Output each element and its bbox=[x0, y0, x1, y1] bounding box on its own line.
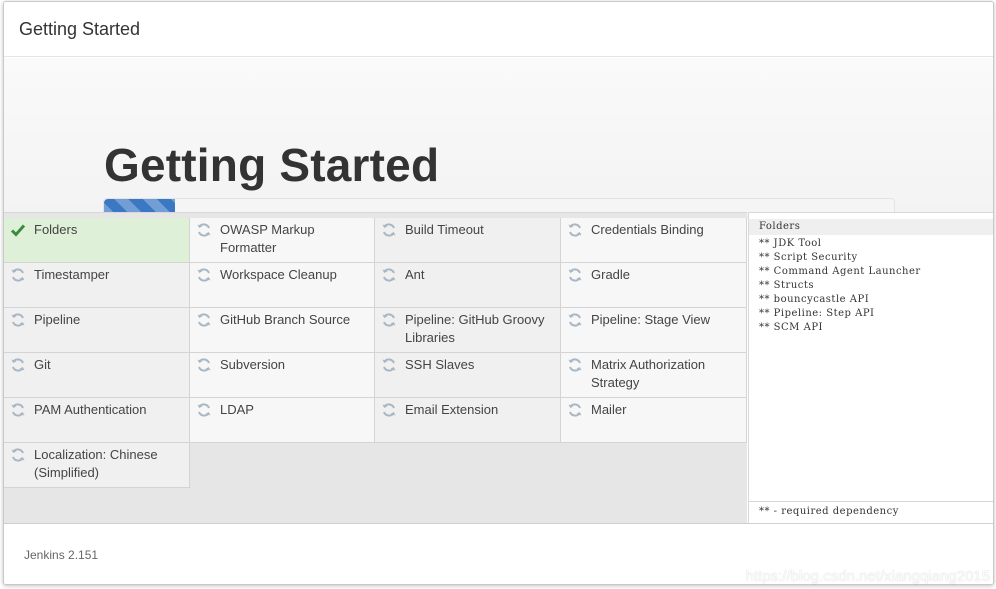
refresh-icon bbox=[382, 223, 396, 237]
plugin-name: Pipeline: Stage View bbox=[591, 312, 711, 327]
refresh-icon bbox=[197, 268, 211, 282]
refresh-icon bbox=[382, 358, 396, 372]
log-dependency: ** Pipeline: Step API bbox=[759, 308, 875, 319]
refresh-icon bbox=[382, 268, 396, 282]
plugin-name: PAM Authentication bbox=[34, 402, 147, 417]
plugin-item: Mailer bbox=[561, 398, 747, 443]
plugin-item: Credentials Binding bbox=[561, 218, 747, 263]
plugin-item: SSH Slaves bbox=[375, 353, 561, 398]
check-icon bbox=[10, 224, 26, 237]
log-dependency: ** Script Security bbox=[759, 252, 858, 263]
watermark: https://blog.csdn.net/xiangqiang2015 bbox=[745, 568, 990, 585]
plugin-item: GitHub Branch Source bbox=[190, 308, 375, 353]
plugin-item: Workspace Cleanup bbox=[190, 263, 375, 308]
plugin-name: Mailer bbox=[591, 402, 627, 417]
hero: Getting Started bbox=[4, 58, 993, 212]
log-dependency: ** JDK Tool bbox=[759, 238, 822, 249]
dialog-title: Getting Started bbox=[19, 19, 141, 39]
plugin-area: Folders OWASP Markup Formatter Build Timeo… bbox=[4, 212, 747, 523]
refresh-icon bbox=[382, 403, 396, 417]
plugin-name: Localization: Chinese (Simplified) bbox=[34, 447, 158, 480]
refresh-icon bbox=[568, 313, 582, 327]
dialog-header: Getting Started bbox=[4, 2, 993, 57]
plugin-item: Pipeline: Stage View bbox=[561, 308, 747, 353]
plugin-name: Git bbox=[34, 357, 51, 372]
refresh-icon bbox=[11, 313, 25, 327]
plugin-name: Subversion bbox=[220, 357, 286, 372]
plugin-item: LDAP bbox=[190, 398, 375, 443]
jenkins-version: Jenkins 2.151 bbox=[24, 548, 99, 562]
plugin-grid: Folders OWASP Markup Formatter Build Timeo… bbox=[4, 218, 747, 488]
plugin-item: Pipeline: GitHub Groovy Libraries bbox=[375, 308, 561, 353]
setup-dialog: Getting Started Getting Started Folders O… bbox=[3, 1, 994, 585]
plugin-name: GitHub Branch Source bbox=[220, 312, 351, 327]
plugin-name: Timestamper bbox=[34, 267, 110, 282]
log-legend: ** - required dependency bbox=[749, 501, 993, 523]
plugin-name: Credentials Binding bbox=[591, 222, 704, 237]
plugin-item: Localization: Chinese (Simplified) bbox=[4, 443, 190, 488]
refresh-icon bbox=[568, 223, 582, 237]
plugin-name: Email Extension bbox=[405, 402, 499, 417]
plugin-name: Pipeline bbox=[34, 312, 81, 327]
plugin-name: Pipeline: GitHub Groovy Libraries bbox=[405, 312, 545, 345]
plugin-item: PAM Authentication bbox=[4, 398, 190, 443]
plugin-name: OWASP Markup Formatter bbox=[220, 222, 315, 255]
log-dependency: ** bouncycastle API bbox=[759, 294, 870, 305]
refresh-icon bbox=[197, 358, 211, 372]
plugin-item: Git bbox=[4, 353, 190, 398]
refresh-icon bbox=[197, 223, 211, 237]
plugin-name: Workspace Cleanup bbox=[220, 267, 337, 282]
refresh-icon bbox=[568, 403, 582, 417]
refresh-icon bbox=[568, 358, 582, 372]
plugin-item: Gradle bbox=[561, 263, 747, 308]
plugin-name: Gradle bbox=[591, 267, 631, 282]
plugin-name: Folders bbox=[34, 222, 78, 237]
plugin-item: Build Timeout bbox=[375, 218, 561, 263]
refresh-icon bbox=[197, 313, 211, 327]
plugin-item: Matrix Authorization Strategy bbox=[561, 353, 747, 398]
refresh-icon bbox=[11, 358, 25, 372]
plugin-name: SSH Slaves bbox=[405, 357, 475, 372]
plugin-item: Ant bbox=[375, 263, 561, 308]
log-dependency: ** Command Agent Launcher bbox=[759, 266, 921, 277]
install-log[interactable]: Folders ** JDK Tool ** Script Security ** … bbox=[748, 212, 993, 523]
plugin-name: LDAP bbox=[220, 402, 254, 417]
plugin-item: Folders bbox=[4, 218, 190, 263]
plugin-name: Matrix Authorization Strategy bbox=[591, 357, 706, 390]
plugin-item: Subversion bbox=[190, 353, 375, 398]
log-dependency: ** Structs bbox=[759, 280, 815, 291]
plugin-item: Pipeline bbox=[4, 308, 190, 353]
page-title: Getting Started bbox=[104, 139, 440, 191]
log-dependency-list: ** JDK Tool ** Script Security ** Command … bbox=[759, 237, 921, 335]
plugin-item: Email Extension bbox=[375, 398, 561, 443]
plugin-name: Ant bbox=[405, 267, 425, 282]
refresh-icon bbox=[11, 448, 25, 462]
refresh-icon bbox=[11, 268, 25, 282]
plugin-name: Build Timeout bbox=[405, 222, 484, 237]
refresh-icon bbox=[11, 403, 25, 417]
refresh-icon bbox=[382, 313, 396, 327]
plugin-item: Timestamper bbox=[4, 263, 190, 308]
log-dependency: ** SCM API bbox=[759, 322, 823, 333]
plugin-item: OWASP Markup Formatter bbox=[190, 218, 375, 263]
log-current-plugin: Folders bbox=[749, 219, 993, 235]
refresh-icon bbox=[568, 268, 582, 282]
refresh-icon bbox=[197, 403, 211, 417]
